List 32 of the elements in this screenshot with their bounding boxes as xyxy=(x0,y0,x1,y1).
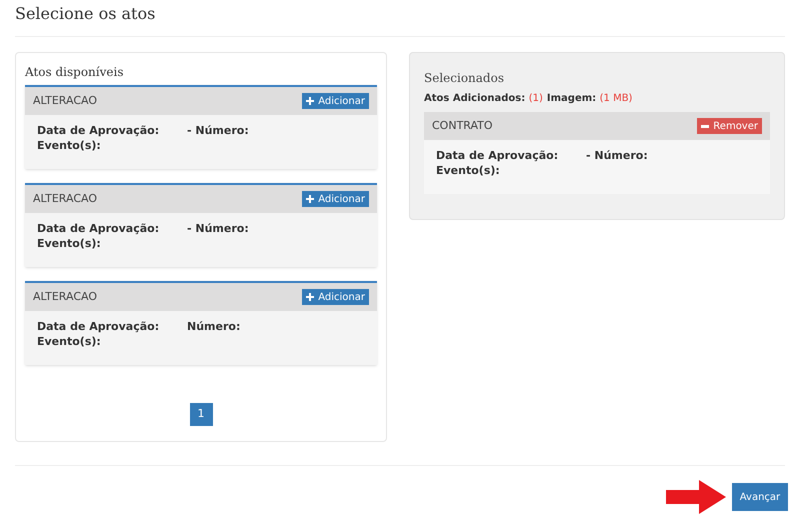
approval-date-label: Data de Aprovação: xyxy=(37,123,160,138)
number-label: - Número: xyxy=(187,123,249,138)
page-button[interactable]: 1 xyxy=(190,403,212,426)
events-label: Evento(s): xyxy=(37,236,102,251)
number-label: - Número: xyxy=(586,148,648,163)
panel-heading: Selecionados xyxy=(424,70,505,87)
number-label: - Número: xyxy=(187,221,249,236)
approval-date-label: Data de Aprovação: xyxy=(436,148,560,163)
remove-button[interactable]: Remover xyxy=(697,118,762,134)
number-label: Número: xyxy=(187,319,240,334)
summary-text: Atos Adicionados: (1) xyxy=(424,92,543,106)
events-label: Evento(s): xyxy=(37,138,102,153)
act-name: CONTRATO xyxy=(432,118,493,134)
events-label: Evento(s): xyxy=(37,334,102,349)
add-button[interactable]: Adicionar xyxy=(302,289,369,305)
act-name: ALTERACAO xyxy=(33,288,98,305)
act-name: ALTERACAO xyxy=(33,92,98,109)
plus-icon xyxy=(306,97,314,105)
summary-text: Imagem: (1 MB) xyxy=(546,92,632,106)
add-button[interactable]: Adicionar xyxy=(302,191,369,207)
events-label: Evento(s): xyxy=(436,163,501,178)
page-title: Selecione os atos xyxy=(15,0,785,37)
panel-heading: Atos disponíveis xyxy=(25,64,125,81)
approval-date-label: Data de Aprovação: xyxy=(37,221,160,236)
plus-icon xyxy=(306,293,314,301)
add-button[interactable]: Adicionar xyxy=(302,93,369,109)
plus-icon xyxy=(306,195,314,203)
arrow-icon xyxy=(666,480,726,514)
minus-icon xyxy=(701,124,710,128)
act-name: ALTERACAO xyxy=(33,190,98,207)
next-button[interactable]: Avançar xyxy=(732,483,788,511)
approval-date-label: Data de Aprovação: xyxy=(37,319,160,334)
